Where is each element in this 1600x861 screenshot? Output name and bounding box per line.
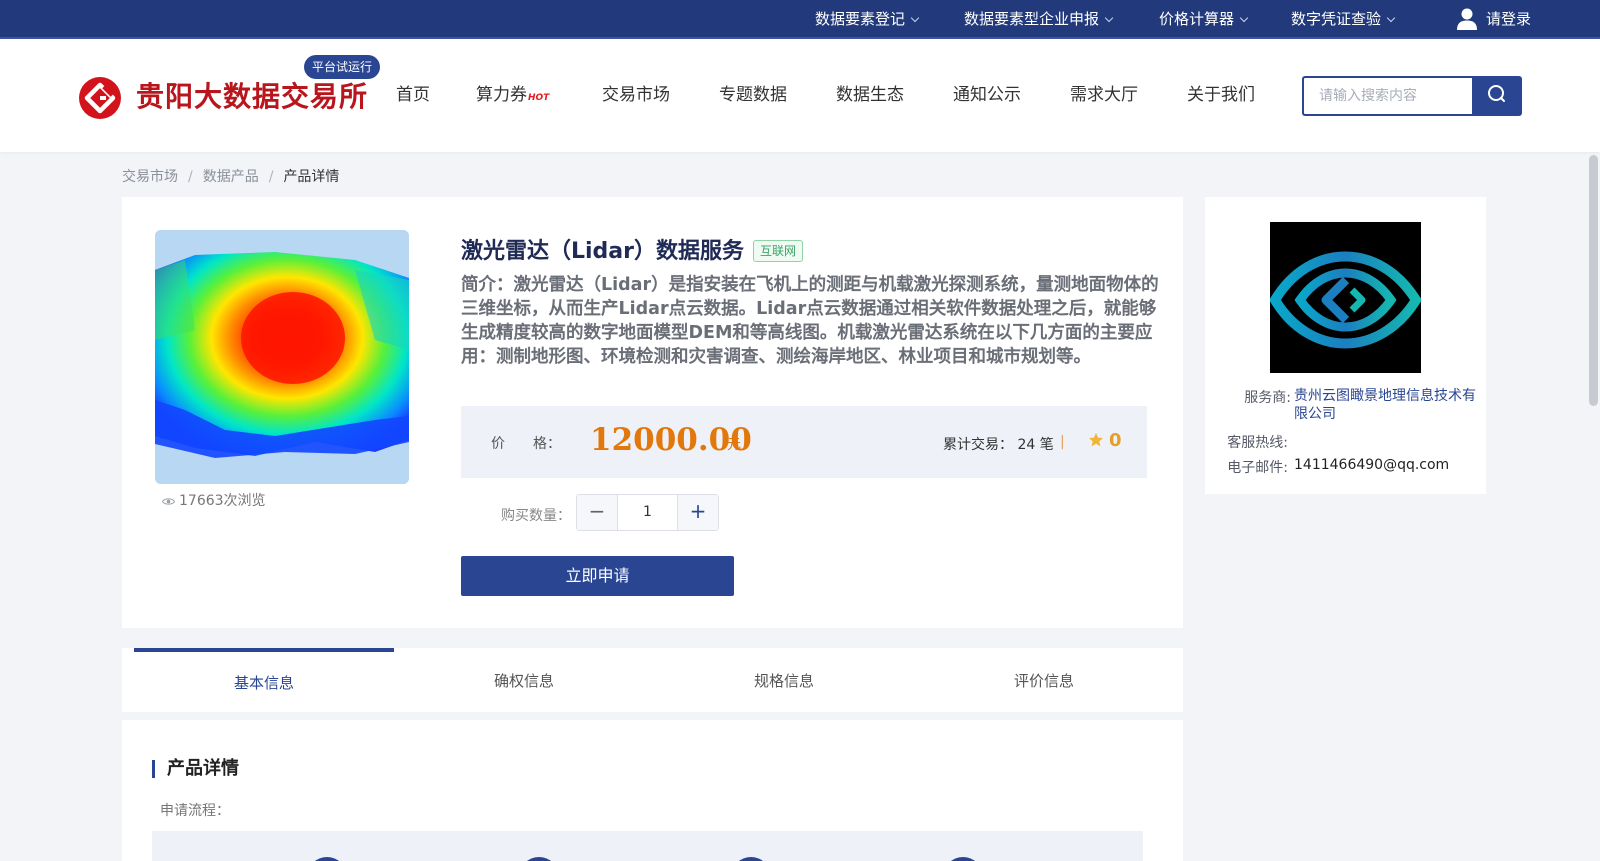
chevron-down-icon (1239, 13, 1249, 23)
eye-icon (162, 497, 175, 505)
provider-name[interactable]: 贵州云图瞰景地理信息技术有限公司 (1294, 387, 1479, 423)
nav-about-us[interactable]: 关于我们 (1187, 39, 1255, 152)
process-step-icon (943, 857, 983, 861)
nav-topic-data[interactable]: 专题数据 (719, 39, 787, 152)
vendor-logo-icon (1269, 251, 1422, 349)
process-step-icon (307, 857, 347, 861)
price-panel: 价 格： 12000.00 元 累计交易： 24 笔 | 0 (461, 406, 1147, 478)
user-icon[interactable] (1456, 7, 1478, 31)
process-step-icon (731, 857, 771, 861)
topnav-enterprise-application[interactable]: 数据要素型企业申报 (964, 0, 1114, 39)
topnav-data-registration[interactable]: 数据要素登记 (815, 0, 920, 39)
star-icon (1089, 433, 1103, 447)
decrease-quantity-button[interactable]: − (577, 495, 618, 530)
divider: | (1060, 434, 1065, 450)
breadcrumb-data-products[interactable]: 数据产品 (203, 169, 259, 185)
search-button[interactable] (1472, 76, 1522, 116)
email-value[interactable]: 1411466490@qq.com (1294, 456, 1449, 474)
topnav-certificate-check[interactable]: 数字凭证查验 (1291, 0, 1396, 39)
trade-count: 累计交易： 24 笔 (943, 437, 1054, 453)
product-tabs: 基本信息 确权信息 规格信息 评价信息 (122, 648, 1183, 712)
chevron-down-icon (1104, 13, 1114, 23)
product-details-section: 产品详情 申请流程： (122, 720, 1183, 861)
chevron-down-icon (910, 13, 920, 23)
vendor-logo (1269, 222, 1422, 373)
breadcrumb: 交易市场 / 数据产品 / 产品详情 (122, 169, 340, 185)
quantity-stepper: − 1 + (576, 494, 719, 531)
section-title: 产品详情 (152, 760, 239, 778)
price-label: 价 格： (491, 436, 561, 452)
tab-ownership-info[interactable]: 确权信息 (394, 648, 654, 712)
lidar-pointcloud-image (155, 230, 409, 484)
nav-trading-market[interactable]: 交易市场 (602, 39, 670, 152)
trial-badge: 平台试运行 (304, 55, 381, 79)
increase-quantity-button[interactable]: + (677, 495, 718, 530)
product-description: 简介：激光雷达（Lidar）是指安装在飞机上的测距与机载激光探测系统，量测地面物… (461, 275, 1159, 367)
breadcrumb-product-detail: 产品详情 (283, 169, 340, 185)
vendor-card: 服务商: 贵州云图瞰景地理信息技术有限公司 客服热线: 电子邮件: 141146… (1205, 197, 1486, 494)
nav-data-ecosystem[interactable]: 数据生态 (836, 39, 904, 152)
product-card: 17663次浏览 激光雷达（Lidar）数据服务 互联网 简介：激光雷达（Lida… (122, 197, 1183, 628)
exchange-logo-icon[interactable] (79, 77, 121, 119)
nav-notices[interactable]: 通知公示 (953, 39, 1021, 152)
nav-compute-voucher[interactable]: 算力券HOT (476, 39, 549, 152)
price-unit: 元 (727, 437, 741, 453)
quantity-label: 购买数量： (501, 508, 571, 524)
main-header: 贵阳大数据交易所 平台试运行 首页 算力券HOT 交易市场 专题数据 数据生态 … (0, 39, 1600, 152)
hot-badge-icon: HOT (528, 93, 550, 103)
breadcrumb-trading-market[interactable]: 交易市场 (122, 169, 178, 185)
topnav-price-calculator[interactable]: 价格计算器 (1159, 0, 1249, 39)
view-count: 17663次浏览 (162, 490, 266, 510)
nav-demand-hall[interactable]: 需求大厅 (1070, 39, 1138, 152)
rating-value: 0 (1109, 430, 1122, 451)
nav-home[interactable]: 首页 (396, 39, 430, 152)
login-link[interactable]: 请登录 (1486, 0, 1531, 39)
search-icon (1488, 85, 1505, 102)
page-scrollbar[interactable] (1589, 155, 1598, 406)
product-title: 激光雷达（Lidar）数据服务 互联网 (461, 233, 804, 265)
hotline-label: 客服热线: (1227, 435, 1288, 451)
process-label: 申请流程： (160, 803, 230, 819)
site-title[interactable]: 贵阳大数据交易所 (136, 75, 368, 115)
top-bar: 数据要素登记 数据要素型企业申报 价格计算器 数字凭证查验 请登录 (0, 0, 1600, 39)
quantity-input[interactable]: 1 (618, 495, 677, 530)
product-image (155, 230, 409, 484)
tab-spec-info[interactable]: 规格信息 (654, 648, 914, 712)
provider-label: 服务商: (1244, 390, 1291, 406)
process-step-icon (519, 857, 559, 861)
apply-now-button[interactable]: 立即申请 (461, 556, 734, 596)
tab-review-info[interactable]: 评价信息 (914, 648, 1174, 712)
industry-tag: 互联网 (753, 240, 804, 262)
chevron-down-icon (1386, 13, 1396, 23)
email-label: 电子邮件: (1227, 460, 1288, 476)
process-steps (152, 831, 1143, 861)
search-input[interactable] (1302, 76, 1472, 116)
tab-basic-info[interactable]: 基本信息 (134, 648, 394, 712)
